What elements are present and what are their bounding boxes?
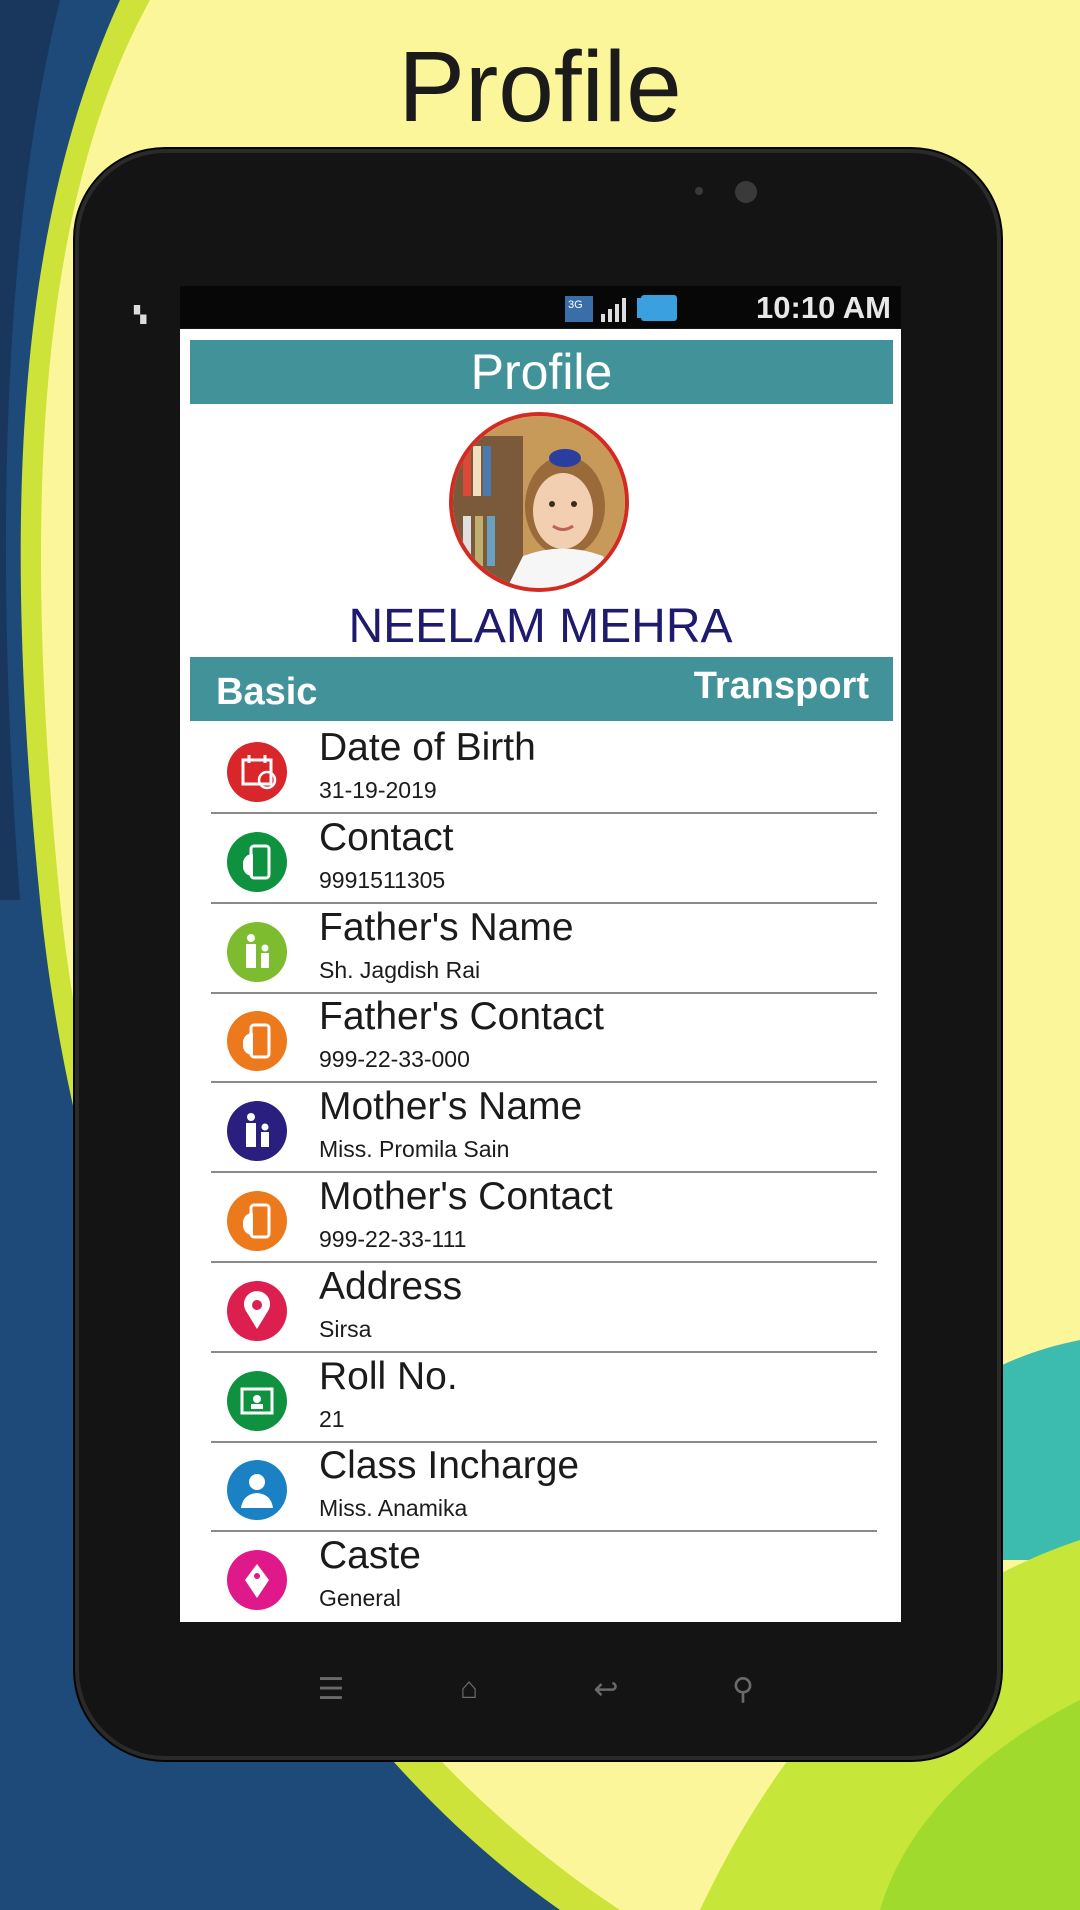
phone-hand-icon	[227, 1011, 287, 1072]
detail-value: 999-22-33-111	[319, 1226, 467, 1252]
promo-title: Profile	[398, 31, 682, 143]
detail-label: Class Incharge	[319, 1444, 580, 1488]
detail-row-contact: Contact 9991511305	[180, 814, 901, 904]
camera	[735, 181, 757, 203]
detail-row-class-incharge: Class Incharge Miss. Anamika	[180, 1442, 901, 1533]
detail-row-caste: Caste General	[180, 1532, 901, 1622]
sensor	[695, 187, 703, 195]
clock: 10:10 AM	[756, 290, 891, 325]
search-button[interactable]: ⚲	[725, 1672, 761, 1706]
back-button[interactable]: ↩	[588, 1672, 624, 1706]
parent-child-icon	[227, 1101, 287, 1162]
svg-text:3G: 3G	[568, 299, 583, 311]
detail-value: 31-19-2019	[319, 777, 437, 803]
detail-value: Sh. Jagdish Rai	[319, 956, 481, 983]
detail-row-mother-s-contact: Mother's Contact 999-22-33-111	[180, 1173, 901, 1263]
detail-value: 21	[319, 1405, 345, 1432]
detail-row-father-s-contact: Father's Contact 999-22-33-000	[180, 993, 901, 1084]
phone-hand-icon	[227, 1191, 287, 1251]
detail-label: Caste	[319, 1534, 421, 1578]
detail-value: General	[319, 1585, 401, 1612]
detail-label: Father's Name	[319, 905, 574, 949]
id-card-icon	[227, 1370, 287, 1431]
profile-photo	[453, 416, 625, 588]
detail-row-roll-no: Roll No. 21	[180, 1353, 901, 1443]
detail-label: Mother's Name	[319, 1085, 583, 1129]
tab-basic[interactable]: Basic	[216, 671, 317, 714]
notification-icon: ▚	[134, 307, 147, 324]
app-screen: Profile NEELAM MEHRA Basic Transport Dat…	[180, 329, 901, 1622]
detail-label: Roll No.	[319, 1354, 458, 1398]
detail-label: Father's Contact	[319, 995, 604, 1039]
detail-value: 999-22-33-000	[319, 1046, 470, 1073]
home-button[interactable]: ⌂	[451, 1672, 487, 1705]
parent-child-icon	[227, 921, 287, 982]
signal-battery-icons: 3G	[565, 295, 677, 322]
calendar-icon	[227, 742, 287, 802]
detail-value: Miss. Promila Sain	[319, 1136, 510, 1163]
menu-button[interactable]: ☰	[313, 1672, 349, 1706]
detail-row-mother-s-name: Mother's Name Miss. Promila Sain	[180, 1083, 901, 1174]
pen-nib-icon	[227, 1550, 287, 1611]
detail-value: 9991511305	[319, 866, 446, 893]
tab-bar: Basic Transport	[190, 657, 893, 721]
tab-transport[interactable]: Transport	[694, 665, 869, 708]
detail-label: Mother's Contact	[319, 1175, 613, 1218]
status-bar: 3G 10:10 AM	[180, 286, 901, 328]
detail-label: Address	[319, 1264, 463, 1308]
detail-label: Date of Birth	[319, 726, 536, 769]
teacher-icon	[227, 1460, 287, 1521]
page-title: Profile	[190, 340, 893, 404]
detail-row-date-of-birth: Date of Birth 31-19-2019	[180, 724, 901, 814]
detail-row-father-s-name: Father's Name Sh. Jagdish Rai	[180, 904, 901, 994]
detail-label: Contact	[319, 815, 454, 859]
location-pin-icon	[227, 1280, 287, 1341]
phone-hand-icon	[227, 831, 287, 892]
avatar[interactable]	[449, 412, 629, 592]
detail-value: Miss. Anamika	[319, 1495, 468, 1522]
detail-value: Sirsa	[319, 1315, 372, 1342]
student-name: NEELAM MEHRA	[348, 600, 733, 653]
detail-row-address: Address Sirsa	[180, 1263, 901, 1353]
